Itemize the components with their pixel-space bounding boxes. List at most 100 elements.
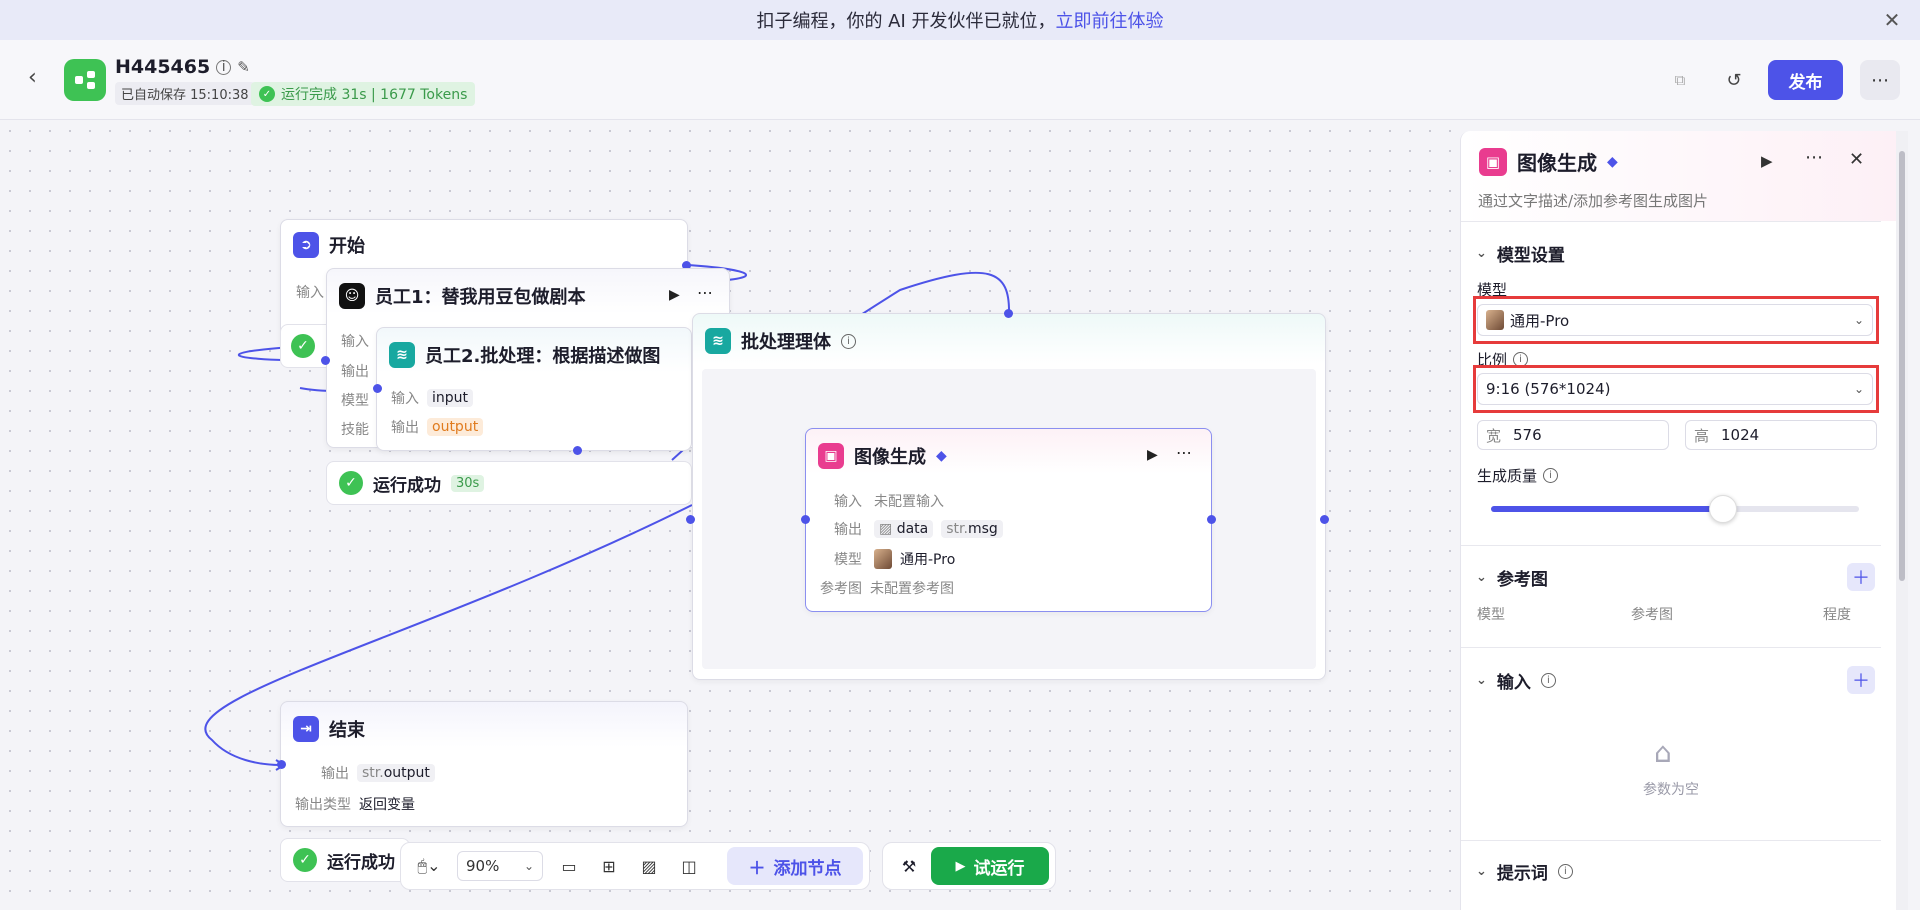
model-select[interactable]: 通用-Pro ⌄ [1477,304,1873,336]
panel-description: 通过文字描述/添加参考图生成图片 [1478,192,1709,210]
info-icon[interactable]: i [1543,468,1559,483]
more-icon[interactable]: ⋯ [1176,443,1192,462]
layers-icon: ≋ [705,328,731,354]
input-header[interactable]: ⌄ 输入 i [1476,668,1556,693]
employee2-input-label: 输入 [391,391,419,407]
employee1-input-port[interactable] [321,356,330,365]
width-value: 576 [1513,426,1542,444]
chevron-down-icon: ⌄ [1476,570,1487,585]
history-icon[interactable]: ↺ [1716,62,1752,98]
robot-icon: ☺ [339,283,365,309]
autosave-status: 已自动保存 15:10:38 [115,82,255,105]
quality-slider-knob[interactable] [1708,495,1737,523]
image-input-label: 输入 [834,494,862,510]
ratio-select-value: 9:16 (576*1024) [1486,380,1611,398]
chevron-down-icon: ⌄ [1476,246,1487,261]
image-output-data: data [896,521,929,537]
more-icon[interactable]: ⋯ [697,283,713,302]
image-input-port[interactable] [801,515,810,524]
prompt-header[interactable]: ⌄ 提示词 i [1476,859,1573,884]
info-icon[interactable]: i [1557,864,1573,879]
comment-icon[interactable]: ▭ [549,848,589,884]
run-time-badge: 30s [451,474,485,492]
close-icon[interactable]: ✕ [1880,8,1904,32]
start-node-title: 开始 [329,236,365,257]
end-type-value: 返回变量 [359,797,415,813]
panel-title: 图像生成 [1517,151,1597,175]
play-icon[interactable]: ▶ [669,287,680,303]
more-icon[interactable]: ⋯ [1805,147,1823,168]
model-settings-header[interactable]: ⌄ 模型设置 [1476,241,1565,266]
wrench-icon[interactable]: ⚒ [889,848,929,884]
batch-top-port[interactable] [1004,309,1013,318]
check-icon: ✓ [259,86,275,102]
image-icon: ▣ [818,443,844,469]
run-success-text: 运行成功 [327,852,395,873]
end-type-label: 输出类型 [295,797,351,813]
employee-status-badge: ✓ 运行成功 30s [326,461,692,505]
start-icon: ➲ [293,232,319,258]
employee2-input-port[interactable] [373,384,382,393]
edit-icon[interactable]: ✎ [237,58,250,76]
image-gen-node[interactable]: ▣ 图像生成 ◆ ▶ ⋯ 输入 未配置输入 输出 ▨ data str.msg … [805,428,1212,612]
app-title-text: H445465 [115,56,211,78]
play-icon[interactable]: ▶ [1147,447,1158,463]
reference-header[interactable]: ⌄ 参考图 [1476,565,1548,590]
chevron-down-icon: ⌄ [523,859,534,873]
run-status-badge: ✓ 运行完成 31s | 1677 Tokens [251,82,476,106]
image-icon: ▣ [1479,147,1507,176]
workflow-logo-icon [64,59,106,101]
minimap-icon[interactable]: ◫ [669,848,709,884]
add-reference-button[interactable]: ＋ [1847,563,1875,591]
model-avatar [874,549,892,569]
panel-scrollbar[interactable] [1896,131,1908,910]
close-icon[interactable]: ✕ [1849,149,1864,170]
canvas-toolbar: 🖱⌄ 90% ⌄ ▭ ⊞ ▨ ◫ ＋ 添加节点 [400,842,870,890]
back-icon[interactable]: ‹ [28,65,37,90]
check-icon: ✓ [291,334,315,358]
test-run-label: 试运行 [973,858,1025,879]
ratio-select[interactable]: 9:16 (576*1024) ⌄ [1477,373,1873,405]
batch-input-port[interactable] [686,515,695,524]
employee1-row: 模型 [341,393,369,409]
quality-slider[interactable] [1491,495,1859,523]
copy-icon[interactable]: ⧉ [1662,62,1698,98]
employee2-output-label: 输出 [391,420,419,436]
end-node-title: 结束 [329,720,365,741]
check-icon: ✓ [339,471,363,495]
more-button[interactable]: ⋯ [1860,60,1900,100]
quality-label: 生成质量 [1477,467,1538,485]
image-output-port[interactable] [1207,515,1216,524]
end-node[interactable]: ⇥ 结束 输出 str.output 输出类型 返回变量 [280,701,688,827]
layout-icon[interactable]: ⊞ [589,848,629,884]
empty-box-icon: ⌂ [1654,736,1672,769]
string-prefix: str. [946,521,968,537]
app-title: H445465 i ✎ [115,56,250,78]
employee2-node[interactable]: ≋ 员工2.批处理：根据描述做图 输入 input 输出 output [376,327,692,451]
play-icon[interactable]: ▶ [1761,152,1773,170]
end-input-port[interactable] [277,760,286,769]
info-icon[interactable]: i [1540,673,1556,688]
height-field[interactable]: 高 1024 [1685,420,1877,450]
check-icon: ✓ [293,848,317,872]
mouse-mode-icon[interactable]: 🖱⌄ [407,848,451,884]
info-icon[interactable]: i [216,59,232,75]
image-input-value: 未配置输入 [874,494,944,510]
app-header: ‹ H445465 i ✎ 已自动保存 15:10:38 ✓ 运行完成 31s … [0,40,1920,120]
image-icon[interactable]: ▨ [629,848,669,884]
chevron-down-icon: ⌄ [1476,864,1487,879]
add-input-button[interactable]: ＋ [1847,666,1875,694]
add-node-button[interactable]: ＋ 添加节点 [727,847,863,885]
scrollbar-thumb[interactable] [1899,151,1905,581]
employee2-bottom-port[interactable] [573,446,582,455]
publish-button[interactable]: 发布 [1768,60,1843,100]
zoom-select[interactable]: 90% ⌄ [457,851,543,881]
end-icon: ⇥ [293,716,319,742]
info-icon[interactable]: i [841,333,856,349]
banner-link[interactable]: 立即前往体验 [1056,7,1164,33]
width-field[interactable]: 宽 576 [1477,420,1669,450]
test-run-button[interactable]: ▶ 试运行 [931,847,1049,885]
end-status-badge: ✓ 运行成功 [280,838,410,882]
batch-output-port[interactable] [1320,515,1329,524]
banner-text: 扣子编程，你的 AI 开发伙伴已就位， [756,11,1056,32]
